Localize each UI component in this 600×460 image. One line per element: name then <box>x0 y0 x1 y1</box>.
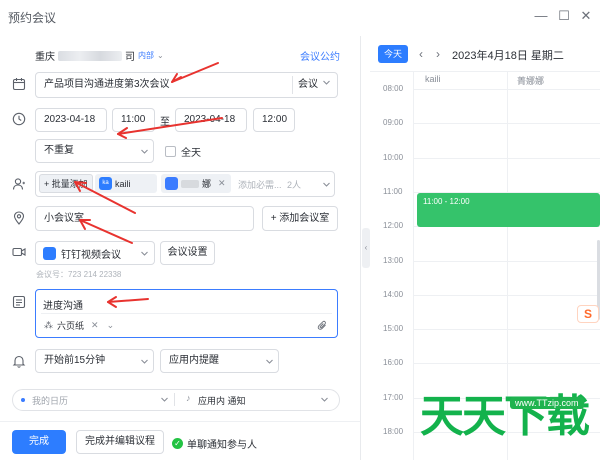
annotation-arrow <box>107 298 149 303</box>
site-watermark-url: www.TTzip.com <box>510 397 584 409</box>
annotation-arrow <box>117 117 223 135</box>
ime-badge: S <box>577 305 599 323</box>
annotation-arrow <box>79 219 133 244</box>
annotation-arrow <box>74 181 136 214</box>
site-watermark-logo: 天天下载 <box>420 391 590 442</box>
